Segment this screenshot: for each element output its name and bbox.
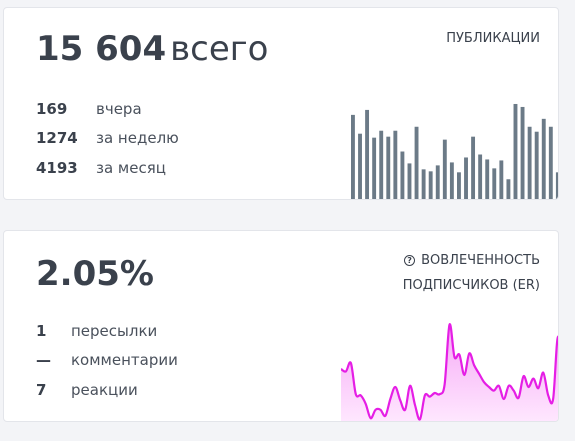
stat-row-week: 1274 за неделю — [36, 124, 179, 154]
publications-stats: 169 вчера 1274 за неделю 4193 за месяц — [36, 94, 179, 183]
engagement-area-chart — [341, 323, 558, 421]
stat-row-forwards: 1 пересылки — [36, 316, 178, 346]
bar — [506, 179, 511, 199]
bar — [372, 137, 377, 199]
bar — [393, 130, 398, 199]
bar — [428, 171, 433, 199]
bar — [414, 126, 419, 199]
bar — [541, 118, 546, 199]
bar — [400, 151, 405, 199]
bar — [386, 136, 391, 199]
engagement-title: ? ВОВЛЕЧЕННОСТЬ ПОДПИСЧИКОВ (ER) — [402, 253, 540, 293]
bar — [442, 139, 447, 199]
bar — [555, 172, 558, 199]
engagement-rate: 2.05% — [36, 254, 154, 294]
bar — [358, 133, 362, 199]
publications-total: 15 604 всего — [36, 29, 269, 69]
stat-value: 1 — [36, 321, 47, 340]
bar — [457, 172, 461, 199]
bar — [351, 114, 355, 199]
stat-row-comments: — комментарии — [36, 346, 178, 376]
area-fill — [341, 324, 558, 421]
bar — [478, 154, 483, 199]
bar — [548, 126, 553, 199]
bar — [513, 103, 518, 199]
publications-bar-chart — [351, 103, 558, 199]
stat-row-yesterday: 169 вчера — [36, 94, 179, 124]
stat-label: пересылки — [71, 321, 158, 340]
bar — [407, 163, 412, 199]
stat-row-reactions: 7 реакции — [36, 375, 178, 405]
bar — [421, 169, 426, 199]
stat-value: 169 — [36, 99, 68, 118]
bar — [379, 130, 384, 199]
engagement-stats: 1 пересылки — комментарии 7 реакции — [36, 316, 178, 405]
bar — [520, 106, 525, 199]
bar — [492, 168, 497, 199]
info-icon[interactable]: ? — [404, 255, 416, 266]
stat-label: вчера — [96, 99, 142, 118]
bar — [499, 160, 504, 199]
bar — [464, 157, 468, 199]
stat-value: 1274 — [36, 129, 78, 148]
stat-value: 7 — [36, 380, 47, 399]
stat-row-month: 4193 за месяц — [36, 153, 179, 183]
stat-value: 4193 — [36, 158, 78, 177]
bar — [485, 159, 490, 199]
bar — [471, 136, 476, 199]
publications-card: 15 604 всего ПУБЛИКАЦИИ 169 вчера 1274 за… — [3, 7, 559, 200]
publications-title: ПУБЛИКАЦИИ — [446, 31, 540, 46]
stat-label: комментарии — [71, 351, 178, 370]
stat-label: за месяц — [96, 158, 166, 177]
stat-label: за неделю — [96, 129, 179, 148]
bar — [527, 126, 532, 199]
stat-label: реакции — [71, 380, 138, 399]
bar — [449, 162, 454, 199]
engagement-card: 2.05% ? ВОВЛЕЧЕННОСТЬ ПОДПИСЧИКОВ (ER) 1 … — [3, 230, 559, 422]
stat-value: — — [36, 351, 51, 370]
bar — [365, 109, 370, 199]
bar — [534, 131, 539, 199]
bar — [435, 165, 440, 199]
